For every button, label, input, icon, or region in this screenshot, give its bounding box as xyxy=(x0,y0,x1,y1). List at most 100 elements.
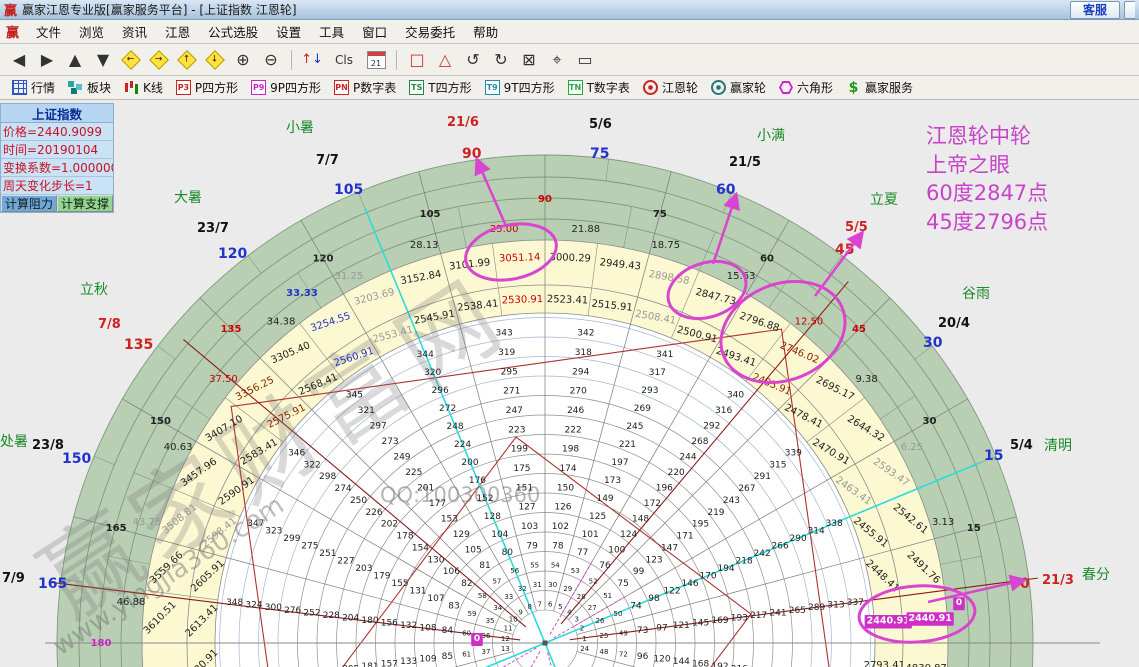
calc-support-button[interactable]: 计算支撑 xyxy=(57,195,113,212)
svg-text:202: 202 xyxy=(381,520,398,530)
calc-resistance-button[interactable]: 计算阻力 xyxy=(1,195,57,212)
solar-term-label: 小暑 xyxy=(286,120,314,136)
9p-square-label: 9P四方形 xyxy=(270,81,322,95)
svg-text:98: 98 xyxy=(648,594,660,604)
date-label: 7/7 xyxy=(316,153,339,168)
hexagon-button[interactable]: 六角形 xyxy=(775,79,837,96)
cls-button[interactable]: Cls xyxy=(327,48,361,72)
svg-text:345: 345 xyxy=(346,391,363,401)
svg-text:250: 250 xyxy=(350,496,367,506)
menu-item-6[interactable]: 工具 xyxy=(310,22,353,41)
svg-text:33: 33 xyxy=(504,593,513,601)
menu-item-4[interactable]: 公式选股 xyxy=(199,22,267,41)
svg-text:0: 0 xyxy=(474,634,480,644)
rotate-cw-button[interactable]: ↻ xyxy=(488,48,514,72)
triangle-tool-button[interactable]: △ xyxy=(432,48,458,72)
hexagon-label: 六角形 xyxy=(796,81,833,95)
svg-text:100: 100 xyxy=(608,545,625,555)
zoom-in-button[interactable]: ⊕ xyxy=(230,48,256,72)
svg-text:180: 180 xyxy=(91,638,112,649)
menu-item-8[interactable]: 交易委托 xyxy=(396,22,464,41)
quotes-button[interactable]: 行情 xyxy=(8,79,59,96)
svg-text:31.25: 31.25 xyxy=(335,271,364,282)
svg-text:127: 127 xyxy=(518,503,535,513)
p-table-button[interactable]: PN P数字表 xyxy=(330,79,400,96)
svg-text:78: 78 xyxy=(552,541,564,551)
svg-text:218: 218 xyxy=(736,557,753,567)
svg-text:120: 120 xyxy=(313,253,334,264)
nav-right-button[interactable]: ▶ xyxy=(34,48,60,72)
svg-text:60: 60 xyxy=(462,630,471,638)
svg-text:102: 102 xyxy=(552,522,569,532)
svg-text:48: 48 xyxy=(600,648,609,656)
menu-item-1[interactable]: 浏览 xyxy=(70,22,113,41)
sectors-button[interactable]: 板块 xyxy=(64,79,115,96)
gann-wheel-label: 江恩轮 xyxy=(661,81,698,95)
menu-item-3[interactable]: 江恩 xyxy=(156,22,199,41)
angle-label: 15 xyxy=(984,448,1003,464)
svg-text:268: 268 xyxy=(691,437,708,447)
svg-text:344: 344 xyxy=(417,350,434,360)
svg-text:246: 246 xyxy=(567,406,584,416)
date-label: 5/5 xyxy=(845,220,868,235)
screen-button[interactable]: ▭ xyxy=(572,48,598,72)
nav-down-button[interactable]: ▼ xyxy=(90,48,116,72)
svg-text:204: 204 xyxy=(342,613,359,623)
nav-up-button[interactable]: ▲ xyxy=(62,48,88,72)
t-updown-button[interactable]: ↑ ↓ xyxy=(299,48,325,72)
rotate-ccw-button[interactable]: ↺ xyxy=(460,48,486,72)
kefu-button[interactable]: 客服 xyxy=(1069,0,1120,19)
annotation-line-1: 上帝之眼 xyxy=(926,152,1010,177)
square-tool-button[interactable]: □ xyxy=(404,48,430,72)
winner-wheel-button[interactable]: 赢家轮 xyxy=(707,79,770,96)
kline-button[interactable]: K线 xyxy=(120,79,167,96)
svg-text:181: 181 xyxy=(361,662,378,667)
angle-label: 150 xyxy=(62,451,91,467)
service-button[interactable]: $ 赢家服务 xyxy=(842,79,917,96)
pan-right-button[interactable]: → xyxy=(146,48,172,72)
pan-up-button[interactable]: ↑ xyxy=(174,48,200,72)
t-square-button[interactable]: TS T四方形 xyxy=(405,79,475,96)
menu-item-2[interactable]: 资讯 xyxy=(113,22,156,41)
svg-text:18.75: 18.75 xyxy=(651,240,680,251)
svg-text:10: 10 xyxy=(509,616,518,624)
solar-term-label: 立夏 xyxy=(870,192,898,208)
shrink-button[interactable]: ⌖ xyxy=(544,48,570,72)
panel-row-1: 时间=20190104 xyxy=(1,141,113,159)
9p-square-button[interactable]: P9 9P四方形 xyxy=(247,79,325,96)
menu-item-7[interactable]: 窗口 xyxy=(353,22,396,41)
svg-text:267: 267 xyxy=(738,484,755,494)
nav-left-button[interactable]: ◀ xyxy=(6,48,32,72)
toolbar-separator xyxy=(291,49,292,70)
svg-text:59: 59 xyxy=(468,610,477,618)
svg-text:105: 105 xyxy=(465,545,482,555)
svg-text:203: 203 xyxy=(355,564,372,574)
menu-item-5[interactable]: 设置 xyxy=(267,22,310,41)
svg-text:28.13: 28.13 xyxy=(410,240,439,251)
menu-item-9[interactable]: 帮助 xyxy=(464,22,507,41)
svg-text:339: 339 xyxy=(785,448,802,458)
svg-text:56: 56 xyxy=(510,567,519,575)
svg-text:174: 174 xyxy=(559,464,576,474)
svg-text:169: 169 xyxy=(711,616,728,626)
quotes-icon xyxy=(12,80,27,95)
svg-text:199: 199 xyxy=(511,445,528,455)
pan-left-button[interactable]: ← xyxy=(118,48,144,72)
date-label: 5/6 xyxy=(589,117,612,132)
svg-text:12.50: 12.50 xyxy=(795,316,824,327)
gann-wheel-button[interactable]: 江恩轮 xyxy=(639,79,702,96)
svg-text:150: 150 xyxy=(150,416,171,427)
calendar-button[interactable]: 21 xyxy=(363,48,389,72)
menu-item-0[interactable]: 文件 xyxy=(27,22,70,41)
svg-text:21.88: 21.88 xyxy=(571,224,600,235)
svg-text:60: 60 xyxy=(760,253,774,264)
pan-down-button[interactable]: ↓ xyxy=(202,48,228,72)
t-table-button[interactable]: TN T数字表 xyxy=(564,79,634,96)
zoom-out-button[interactable]: ⊖ xyxy=(258,48,284,72)
p-square-button[interactable]: P3 P四方形 xyxy=(172,79,242,96)
expand-button[interactable]: ⊠ xyxy=(516,48,542,72)
svg-text:248: 248 xyxy=(446,422,463,432)
9t-square-button[interactable]: T9 9T四方形 xyxy=(481,79,559,96)
svg-text:200: 200 xyxy=(461,458,478,468)
partial-button[interactable] xyxy=(1124,0,1135,19)
